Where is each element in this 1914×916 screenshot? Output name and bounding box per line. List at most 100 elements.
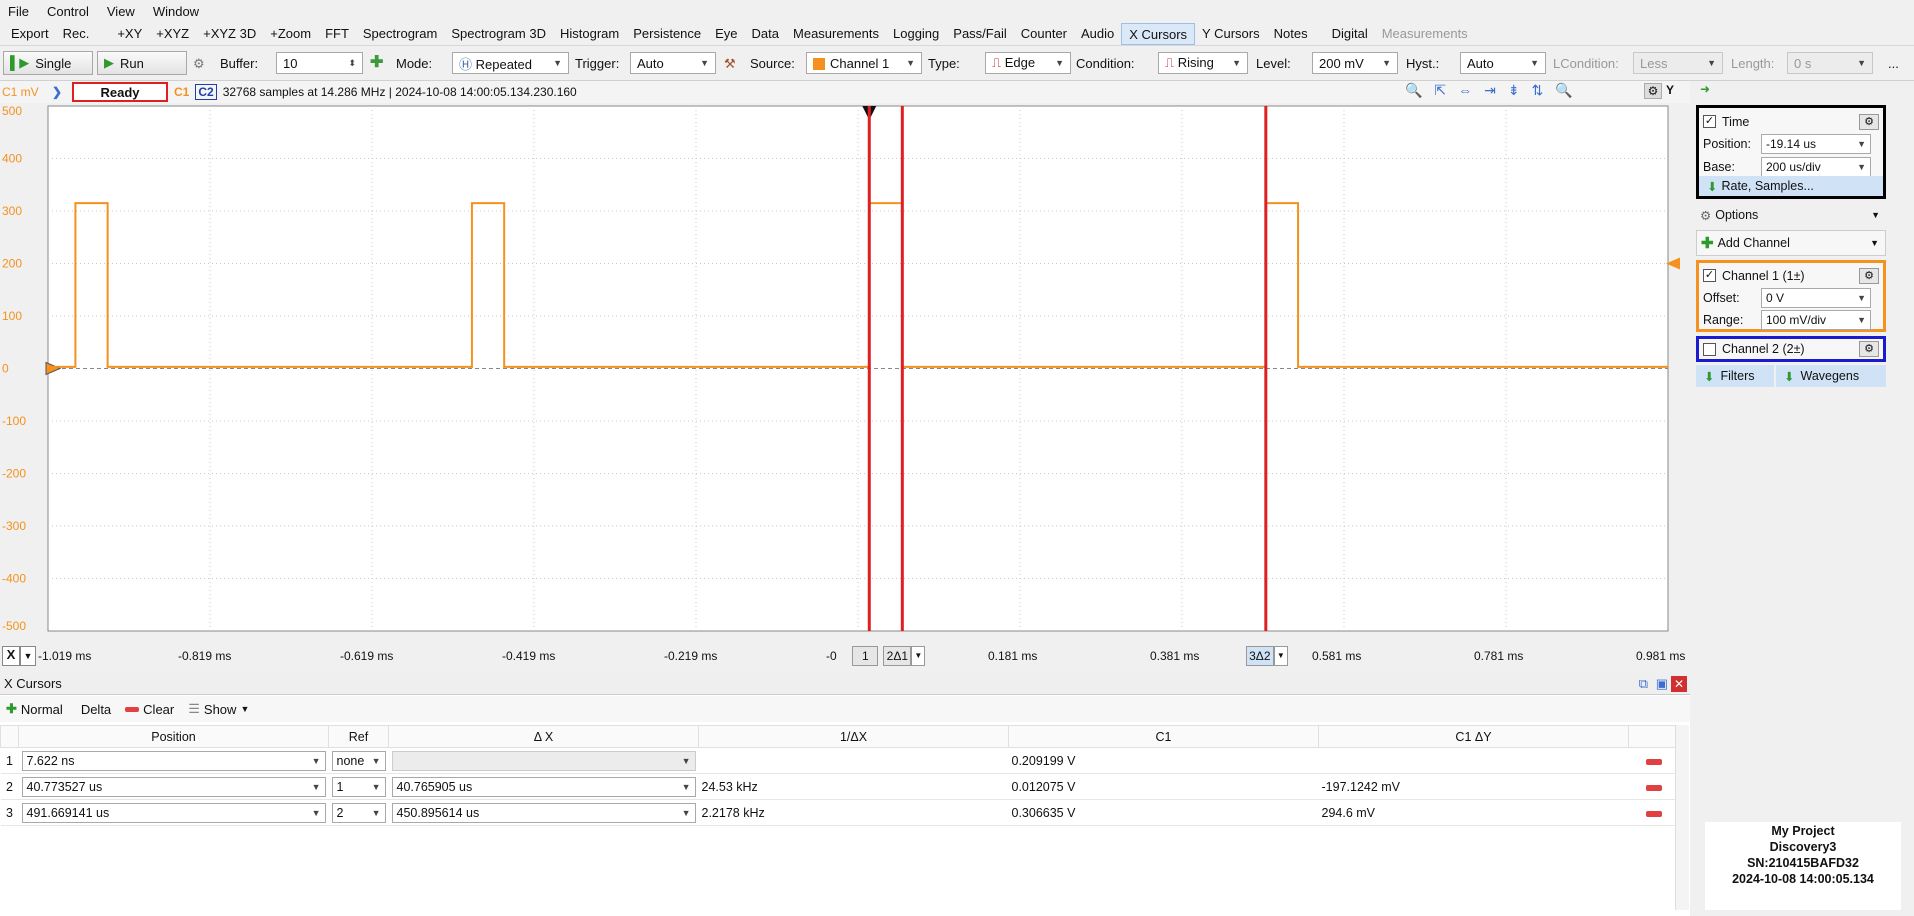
remove-cursor-button[interactable] xyxy=(1645,758,1662,765)
hyst-select[interactable]: Auto ▼ xyxy=(1460,52,1546,74)
trigger-select[interactable]: Auto ▼ xyxy=(630,52,716,74)
tab-pass-fail[interactable]: Pass/Fail xyxy=(946,23,1013,45)
y-tick-label: 100 xyxy=(2,309,22,323)
tab-y-cursors[interactable]: Y Cursors xyxy=(1195,23,1267,45)
channel1-checkbox[interactable]: ✓ xyxy=(1703,269,1716,282)
tab-logging[interactable]: Logging xyxy=(886,23,946,45)
chevron-down-icon[interactable]: ▼ xyxy=(20,646,36,666)
x-axis-button[interactable]: X xyxy=(2,646,20,666)
channel-color-swatch xyxy=(813,57,825,70)
options-row[interactable]: ⚙ Options ▼ xyxy=(1696,202,1886,228)
tab-measurements[interactable]: Measurements xyxy=(786,23,886,45)
channel2-checkbox[interactable] xyxy=(1703,342,1716,356)
y-axis-toggle[interactable]: Y xyxy=(1666,83,1674,97)
chevron-down-icon[interactable]: ▼ xyxy=(911,646,926,666)
tab-data[interactable]: Data xyxy=(745,23,786,45)
tab-audio[interactable]: Audio xyxy=(1074,23,1121,45)
table-scrollbar[interactable] xyxy=(1675,725,1689,910)
menu-control[interactable]: Control xyxy=(47,4,89,19)
gear-icon[interactable]: ⚙ xyxy=(1859,341,1879,357)
settings-gear-icon[interactable]: ⚙ xyxy=(193,56,205,72)
c2-toggle[interactable]: C2 xyxy=(195,84,217,100)
offset-select[interactable]: 0 V ▼ xyxy=(1761,288,1871,308)
lcondition-select[interactable]: Less ▼ xyxy=(1633,52,1723,74)
remove-cursor-button[interactable] xyxy=(1645,810,1662,817)
plot-area[interactable] xyxy=(47,105,1669,632)
buffer-spinbox[interactable]: 10 ⬍ xyxy=(276,52,363,74)
add-channel-button[interactable]: ✚ Add Channel ▼ xyxy=(1696,230,1886,256)
delta-button[interactable]: Delta xyxy=(81,702,111,717)
tab-digital[interactable]: Digital xyxy=(1325,23,1375,45)
position-field[interactable]: 7.622 ns ▼ xyxy=(21,750,326,771)
condition-select[interactable]: ⎍ Rising ▼ xyxy=(1158,52,1248,74)
time-checkbox[interactable]: ✓ xyxy=(1703,115,1716,128)
run-button[interactable]: ▶ Run xyxy=(97,51,187,75)
tab--xyz[interactable]: +XYZ xyxy=(149,23,196,45)
ref-select[interactable]: none ▼ xyxy=(331,750,386,771)
menu-window[interactable]: Window xyxy=(153,4,199,19)
mode-select[interactable]: Ⓗ Repeated ▼ xyxy=(452,52,569,74)
arrow-right-icon[interactable]: ➜ xyxy=(1700,82,1710,96)
tab-spectrogram-3d[interactable]: Spectrogram 3D xyxy=(444,23,553,45)
level-select[interactable]: 200 mV ▼ xyxy=(1312,52,1398,74)
maximize-icon[interactable]: ▣ xyxy=(1656,676,1668,692)
tab--zoom[interactable]: +Zoom xyxy=(263,23,318,45)
delta-x-field[interactable]: ▼ xyxy=(391,750,696,771)
menu-view[interactable]: View xyxy=(107,4,135,19)
single-button[interactable]: ▌▶ Single xyxy=(3,51,93,75)
cursor-label-2[interactable]: 2Δ1 xyxy=(883,646,912,666)
tab-counter[interactable]: Counter xyxy=(1014,23,1074,45)
ref-select[interactable]: 1 ▼ xyxy=(331,776,386,797)
c1-toggle[interactable]: C1 xyxy=(174,85,189,99)
length-select[interactable]: 0 s ▼ xyxy=(1787,52,1873,74)
add-icon[interactable]: ✚ xyxy=(6,701,17,717)
restore-icon[interactable]: ⧉ xyxy=(1639,676,1648,692)
tab-spectrogram[interactable]: Spectrogram xyxy=(356,23,444,45)
hammer-icon[interactable]: ⚒ xyxy=(724,56,736,72)
delta-x-field[interactable]: 40.765905 us ▼ xyxy=(391,776,696,797)
oscilloscope-plot[interactable]: 500 400 300 200 100 0 -100 -200 -300 -400 -500 xyxy=(0,103,1690,671)
source-select[interactable]: Channel 1 ▼ xyxy=(806,52,922,74)
tab-persistence[interactable]: Persistence xyxy=(626,23,708,45)
scope-status-bar: C1 mV ❯ Ready C1 C2 32768 samples at 14.… xyxy=(0,81,1710,103)
spin-arrows-icon[interactable]: ⬍ xyxy=(348,58,356,69)
gear-icon[interactable]: ⚙ xyxy=(1859,267,1879,284)
cursor-label-3[interactable]: 3Δ2 xyxy=(1245,646,1274,666)
delta-x-field[interactable]: 450.895614 us ▼ xyxy=(391,802,696,823)
tab-export[interactable]: Export xyxy=(4,23,56,45)
base-select[interactable]: 200 us/div ▼ xyxy=(1761,157,1871,177)
chevron-down-icon[interactable]: ▼ xyxy=(240,704,249,714)
gear-icon[interactable]: ⚙ xyxy=(1859,113,1879,130)
tab-fft[interactable]: FFT xyxy=(318,23,356,45)
clear-button[interactable]: Clear xyxy=(143,702,174,717)
rate-samples-button[interactable]: ⬇ Rate, Samples... xyxy=(1699,176,1883,196)
more-button[interactable]: ... xyxy=(1888,56,1899,71)
plot-tool-icons[interactable]: 🔍⇱⇔⇥⇟⇅🔍 xyxy=(1405,82,1585,99)
ref-select[interactable]: 2 ▼ xyxy=(331,802,386,823)
tab--xy[interactable]: +XY xyxy=(110,23,149,45)
position-field[interactable]: 491.669141 us ▼ xyxy=(21,802,326,823)
position-field[interactable]: 40.773527 us ▼ xyxy=(21,776,326,797)
tab-histogram[interactable]: Histogram xyxy=(553,23,626,45)
tab--xyz-3d[interactable]: +XYZ 3D xyxy=(196,23,263,45)
cursor-label-1[interactable]: 1 xyxy=(852,646,879,666)
chevron-right-icon[interactable]: ❯ xyxy=(52,85,72,99)
chevron-down-icon[interactable]: ▼ xyxy=(1273,646,1288,666)
filters-button[interactable]: ⬇ Filters xyxy=(1696,365,1774,387)
menu-file[interactable]: File xyxy=(8,4,29,19)
remove-cursor-button[interactable] xyxy=(1645,784,1662,791)
gear-icon[interactable]: ⚙ xyxy=(1644,83,1662,99)
type-select[interactable]: ⎍ Edge ▼ xyxy=(985,52,1071,74)
position-select[interactable]: -19.14 us ▼ xyxy=(1761,134,1871,154)
tab-measurements[interactable]: Measurements xyxy=(1375,23,1475,45)
close-icon[interactable]: ✕ xyxy=(1671,675,1687,692)
add-icon[interactable]: ✚ xyxy=(370,52,383,72)
tab-rec-[interactable]: Rec. xyxy=(56,23,97,45)
tab-eye[interactable]: Eye xyxy=(708,23,744,45)
range-select[interactable]: 100 mV/div ▼ xyxy=(1761,310,1871,330)
tab-x-cursors[interactable]: X Cursors xyxy=(1121,22,1196,45)
show-button[interactable]: Show xyxy=(204,702,237,717)
wavegens-button[interactable]: ⬇ Wavegens xyxy=(1776,365,1886,387)
normal-button[interactable]: Normal xyxy=(21,702,63,717)
tab-notes[interactable]: Notes xyxy=(1267,23,1315,45)
